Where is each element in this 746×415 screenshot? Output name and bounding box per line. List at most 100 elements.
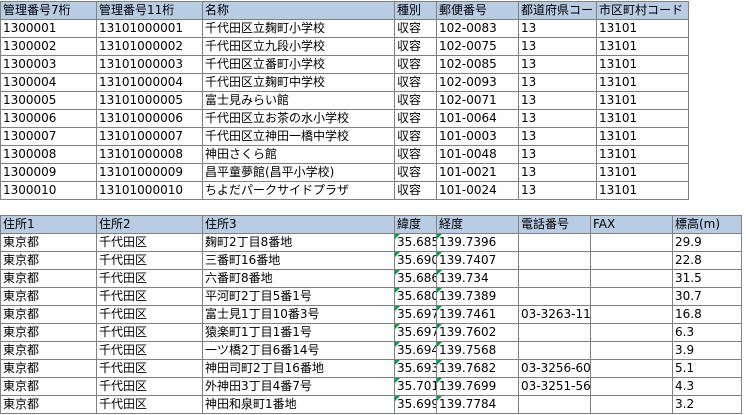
cell[interactable]: 千代田区 [96, 305, 203, 324]
cell[interactable]: 富士見1丁目10番3号 [202, 305, 395, 324]
cell[interactable] [590, 233, 673, 252]
cell[interactable] [590, 269, 673, 288]
cell[interactable]: 03-3256-6061 [518, 359, 591, 378]
cell[interactable]: 収容 [394, 181, 437, 200]
cell[interactable]: 13101 [596, 145, 689, 164]
column-header[interactable]: 種別 [394, 1, 437, 20]
cell[interactable]: 1300001 [0, 19, 97, 38]
cell[interactable]: 102-0075 [436, 37, 519, 56]
cell[interactable]: 13 [518, 19, 597, 38]
cell[interactable]: 1300009 [0, 163, 97, 182]
cell[interactable]: 35.694 [394, 341, 437, 360]
cell[interactable]: 35.685 [394, 233, 437, 252]
cell[interactable] [590, 359, 673, 378]
column-header[interactable]: 経度 [436, 215, 519, 234]
cell[interactable]: 13101 [596, 91, 689, 110]
cell[interactable]: 千代田区立神田一橋中学校 [202, 127, 395, 146]
cell[interactable]: 13 [518, 55, 597, 74]
cell[interactable]: 平河町2丁目5番1号 [202, 287, 395, 306]
cell[interactable]: 収容 [394, 73, 437, 92]
cell[interactable]: 収容 [394, 145, 437, 164]
cell[interactable]: 13 [518, 127, 597, 146]
cell[interactable]: 35.693 [394, 359, 437, 378]
cell[interactable]: 13 [518, 109, 597, 128]
cell[interactable]: 101-0003 [436, 127, 519, 146]
cell[interactable]: 139.7784 [436, 395, 519, 414]
cell[interactable]: 13101 [596, 181, 689, 200]
cell[interactable]: 13101000004 [96, 73, 203, 92]
cell[interactable]: 13 [518, 37, 597, 56]
cell[interactable] [518, 269, 591, 288]
cell[interactable]: 東京都 [0, 395, 97, 414]
cell[interactable]: 千代田区 [96, 377, 203, 396]
cell[interactable]: 千代田区 [96, 233, 203, 252]
cell[interactable]: 1300002 [0, 37, 97, 56]
cell[interactable]: 千代田区 [96, 395, 203, 414]
cell[interactable]: 03-3251-5641 [518, 377, 591, 396]
cell[interactable]: 139.7396 [436, 233, 519, 252]
cell[interactable] [518, 233, 591, 252]
cell[interactable] [590, 341, 673, 360]
cell[interactable]: 101-0064 [436, 109, 519, 128]
cell[interactable]: 昌平童夢館(昌平小学校) [202, 163, 395, 182]
cell[interactable]: 29.9 [672, 233, 742, 252]
cell[interactable]: 13101 [596, 55, 689, 74]
cell[interactable]: 13101 [596, 73, 689, 92]
cell[interactable]: 13101000010 [96, 181, 203, 200]
column-header[interactable]: FAX [590, 215, 673, 234]
cell[interactable]: 13 [518, 181, 597, 200]
cell[interactable] [518, 395, 591, 414]
cell[interactable]: 102-0085 [436, 55, 519, 74]
cell[interactable]: 35.699 [394, 395, 437, 414]
cell[interactable] [590, 251, 673, 270]
cell[interactable]: 13101000002 [96, 37, 203, 56]
cell[interactable] [590, 395, 673, 414]
cell[interactable]: 外神田3丁目4番7号 [202, 377, 395, 396]
cell[interactable]: 30.7 [672, 287, 742, 306]
column-header[interactable]: 市区町村コード [596, 1, 689, 20]
cell[interactable]: 収容 [394, 127, 437, 146]
cell[interactable]: 13101000003 [96, 55, 203, 74]
cell[interactable]: 139.7568 [436, 341, 519, 360]
cell[interactable]: 139.7602 [436, 323, 519, 342]
cell[interactable]: 3.2 [672, 395, 742, 414]
cell[interactable]: 神田司町2丁目16番地 [202, 359, 395, 378]
cell[interactable]: 4.3 [672, 377, 742, 396]
cell[interactable]: 22.8 [672, 251, 742, 270]
cell[interactable]: 富士見みらい館 [202, 91, 395, 110]
cell[interactable]: 1300006 [0, 109, 97, 128]
cell[interactable]: 一ツ橋2丁目6番14号 [202, 341, 395, 360]
cell[interactable]: 5.1 [672, 359, 742, 378]
cell[interactable]: 千代田区 [96, 269, 203, 288]
cell[interactable]: 東京都 [0, 341, 97, 360]
cell[interactable] [518, 341, 591, 360]
cell[interactable] [590, 377, 673, 396]
cell[interactable]: 139.7389 [436, 287, 519, 306]
cell[interactable]: 13101000009 [96, 163, 203, 182]
cell[interactable]: 千代田区 [96, 287, 203, 306]
cell[interactable]: 神田さくら館 [202, 145, 395, 164]
cell[interactable] [518, 323, 591, 342]
column-header[interactable]: 管理番号7桁 [0, 1, 97, 20]
cell[interactable]: 1300010 [0, 181, 97, 200]
cell[interactable] [590, 287, 673, 306]
cell[interactable]: 収容 [394, 91, 437, 110]
cell[interactable]: 13101000006 [96, 109, 203, 128]
cell[interactable]: 35.686 [394, 269, 437, 288]
column-header[interactable]: 管理番号11桁 [96, 1, 203, 20]
cell[interactable]: 東京都 [0, 287, 97, 306]
cell[interactable]: 31.5 [672, 269, 742, 288]
cell[interactable]: 神田和泉町1番地 [202, 395, 395, 414]
cell[interactable] [590, 323, 673, 342]
column-header[interactable]: 都道府県コード [518, 1, 597, 20]
cell[interactable]: 千代田区立麹町小学校 [202, 19, 395, 38]
column-header[interactable]: 電話番号 [518, 215, 591, 234]
cell[interactable]: 35.697 [394, 323, 437, 342]
cell[interactable]: 16.8 [672, 305, 742, 324]
cell[interactable]: 13101 [596, 127, 689, 146]
cell[interactable]: 収容 [394, 19, 437, 38]
cell[interactable]: 13101000007 [96, 127, 203, 146]
cell[interactable]: 13 [518, 163, 597, 182]
cell[interactable]: 千代田区 [96, 323, 203, 342]
cell[interactable]: 101-0024 [436, 181, 519, 200]
